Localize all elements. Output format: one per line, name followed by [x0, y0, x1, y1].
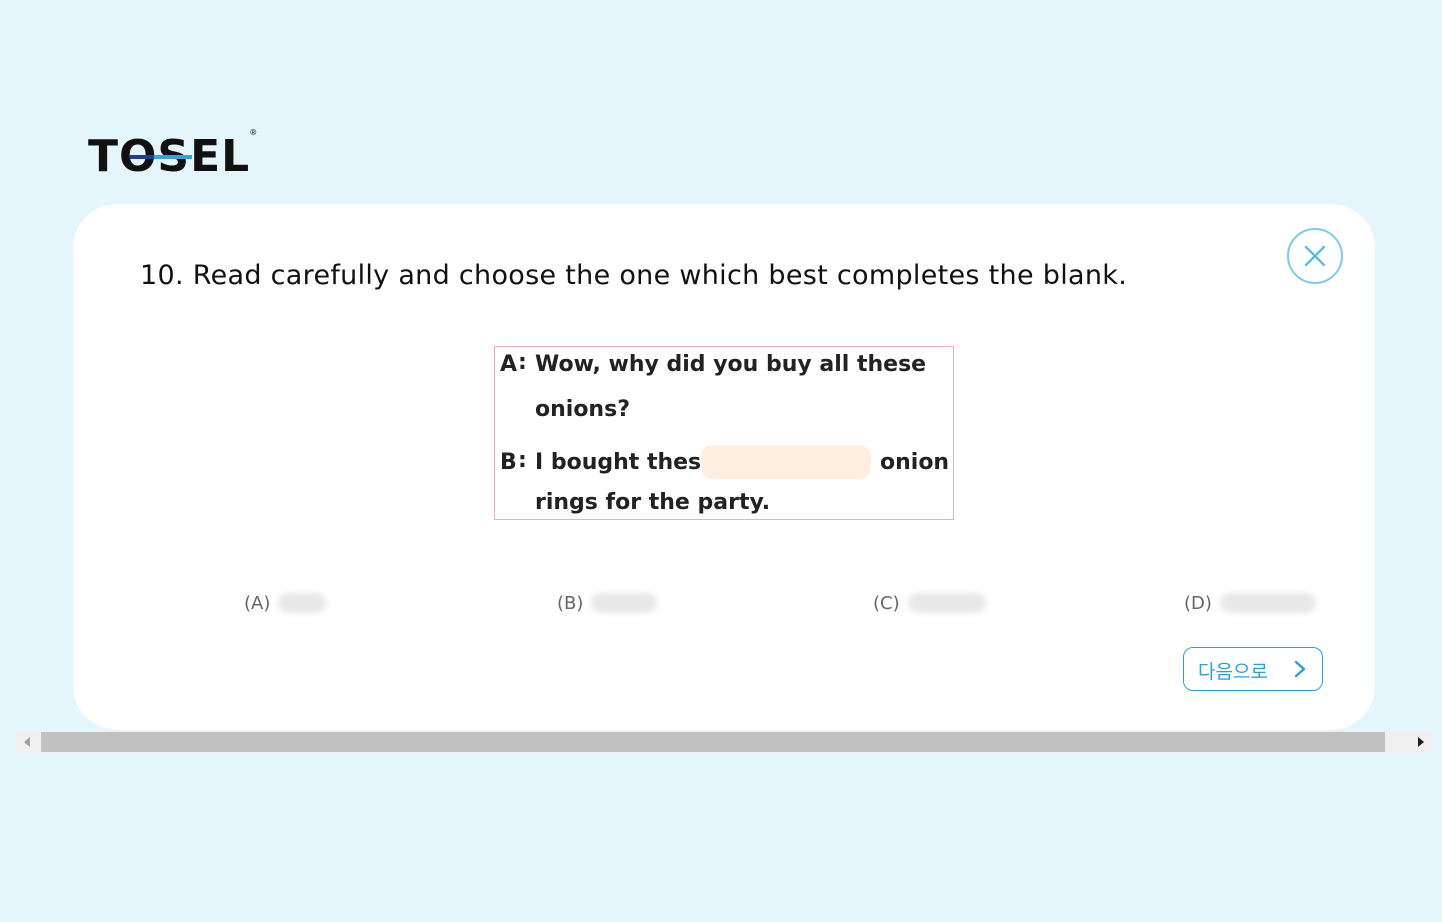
horizontal-scrollbar[interactable]: [16, 731, 1432, 753]
speaker-b-text-before-blank: I bought these: [535, 450, 717, 475]
next-button[interactable]: 다음으로: [1183, 647, 1323, 691]
next-button-label: 다음으로: [1198, 661, 1268, 683]
speaker-a-line-2: onions?: [535, 397, 630, 422]
option-d[interactable]: (D): [1184, 588, 1316, 618]
tosel-logo: TOSEL ®: [88, 128, 257, 182]
scrollbar-thumb[interactable]: [41, 732, 1385, 752]
logo-dash-accent-dark: [130, 155, 154, 159]
speaker-b-text-after-blank: onion: [880, 450, 950, 475]
close-button[interactable]: [1287, 228, 1343, 284]
speaker-b-colon: :: [518, 448, 527, 473]
option-b[interactable]: (B): [557, 588, 658, 618]
speaker-a-line-1: Wow, why did you buy all these: [535, 352, 927, 377]
option-b-text-hidden: [591, 593, 658, 613]
scroll-left-arrow-icon[interactable]: [24, 737, 30, 747]
close-icon: [1304, 245, 1326, 267]
answer-options: (A) (B) (C) (D): [73, 588, 1375, 618]
option-a-text-hidden: [278, 593, 327, 613]
option-c[interactable]: (C): [873, 588, 986, 618]
option-c-text-hidden: [907, 593, 986, 613]
speaker-b-label: B: [500, 450, 517, 475]
question-text: 10. Read carefully and choose the one wh…: [140, 260, 1128, 291]
answer-blank: [701, 445, 871, 479]
option-d-label: (D): [1184, 592, 1212, 614]
option-b-label: (B): [557, 592, 584, 614]
chevron-right-icon: [1294, 660, 1306, 678]
option-d-text-hidden: [1219, 593, 1316, 613]
question-card: 10. Read carefully and choose the one wh…: [73, 204, 1375, 730]
scroll-right-arrow-icon[interactable]: [1418, 737, 1424, 747]
speaker-a-label: A: [500, 352, 518, 377]
registered-mark: ®: [249, 128, 259, 137]
dialogue-box: A : Wow, why did you buy all these onion…: [494, 346, 954, 520]
option-c-label: (C): [873, 592, 900, 614]
speaker-b-line-2: rings for the party.: [535, 490, 771, 515]
option-a-label: (A): [244, 592, 271, 614]
option-a[interactable]: (A): [244, 588, 327, 618]
speaker-a-colon: :: [518, 350, 527, 375]
